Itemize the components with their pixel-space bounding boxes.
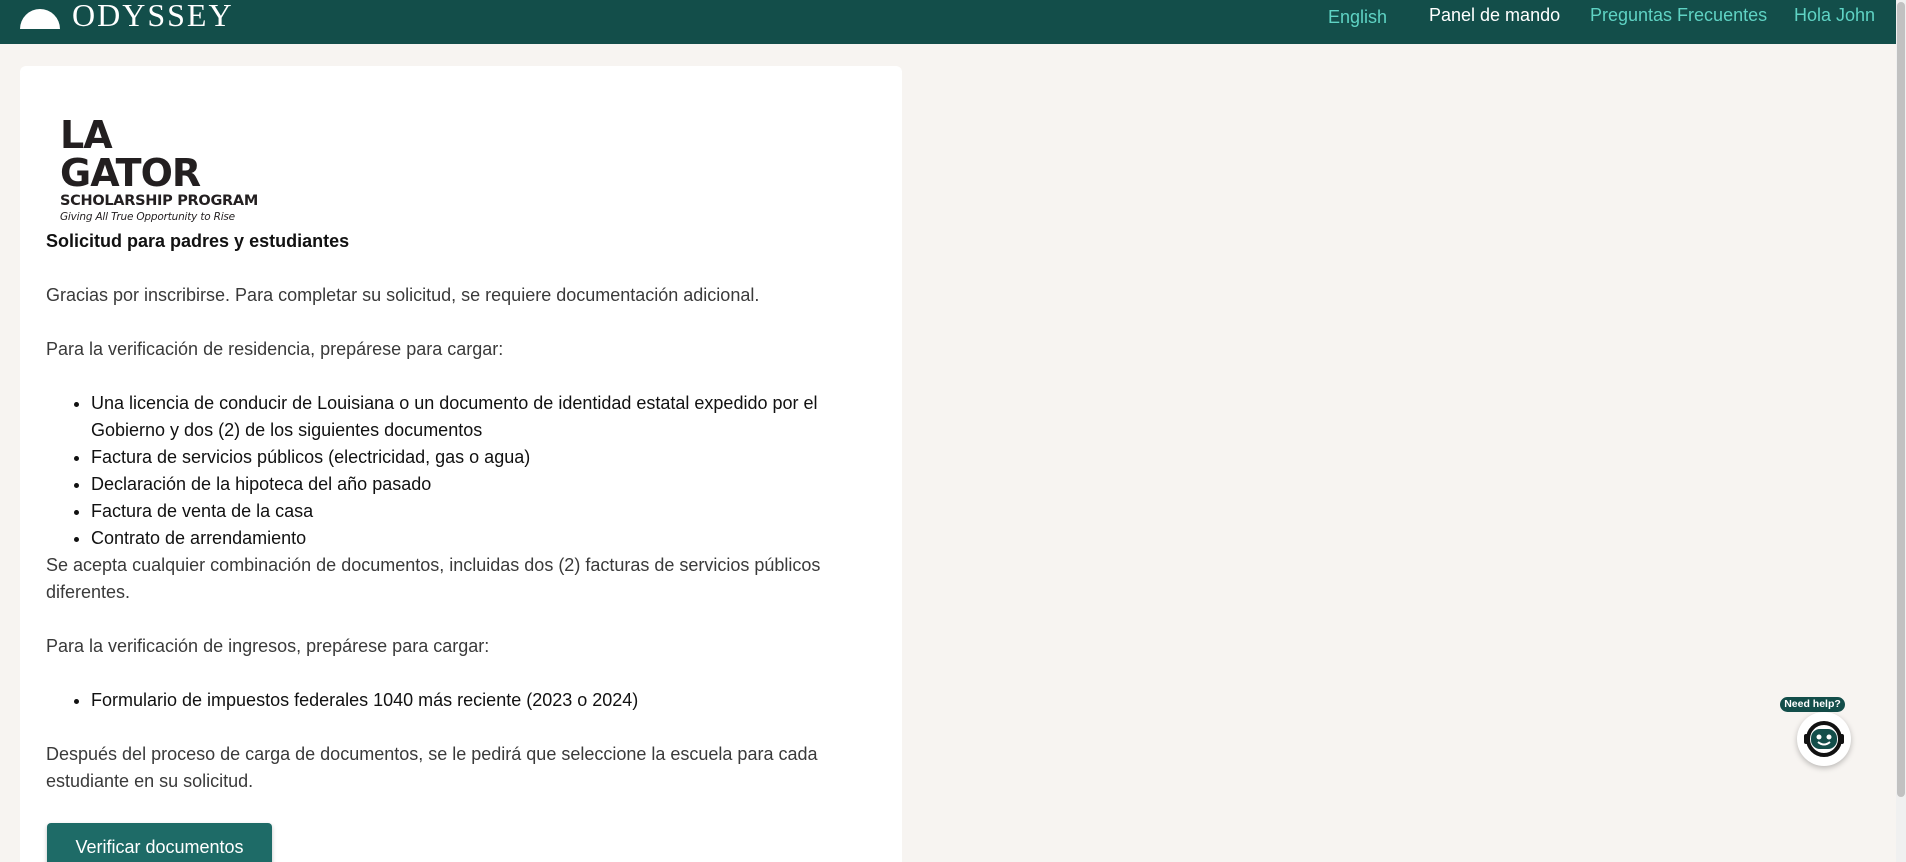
top-nav: ODYSSEY English Panel de mando Preguntas… <box>0 0 1906 44</box>
nav-dashboard-link[interactable]: Panel de mando <box>1429 4 1560 26</box>
nav-faq-link[interactable]: Preguntas Frecuentes <box>1590 4 1767 26</box>
intro-text: Gracias por inscribirse. Para completar … <box>46 285 760 305</box>
closing-text: Después del proceso de carga de document… <box>46 744 818 791</box>
application-content: Solicitud para padres y estudiantes Grac… <box>46 228 866 822</box>
logo-tagline: Giving All True Opportunity to Rise <box>60 211 235 223</box>
brand-logo[interactable]: ODYSSEY <box>20 0 234 33</box>
list-item: Factura de venta de la casa <box>91 498 866 525</box>
income-intro: Para la verificación de ingresos, prepár… <box>46 636 490 656</box>
program-logo: LA GATOR SCHOLARSHIP PROGRAM Giving All … <box>60 116 260 224</box>
scrollbar-thumb[interactable] <box>1897 2 1905 797</box>
chat-bot-icon[interactable] <box>1797 712 1851 766</box>
page-title: Solicitud para padres y estudiantes <box>46 231 350 251</box>
brand-dome-icon <box>20 9 60 29</box>
brand-name: ODYSSEY <box>72 0 234 33</box>
residency-doc-list: Una licencia de conducir de Louisiana o … <box>46 390 866 552</box>
list-item: Contrato de arrendamiento <box>91 525 866 552</box>
verify-documents-button[interactable]: Verificar documentos <box>47 823 272 862</box>
logo-main-text: LA GATOR <box>60 113 201 195</box>
residency-intro: Para la verificación de residencia, prep… <box>46 339 504 359</box>
application-card: LA GATOR SCHOLARSHIP PROGRAM Giving All … <box>20 66 902 862</box>
page-scrollbar[interactable] <box>1896 0 1906 862</box>
income-doc-list: Formulario de impuestos federales 1040 m… <box>46 687 866 714</box>
list-item: Factura de servicios públicos (electrici… <box>91 444 866 471</box>
user-menu-link[interactable]: Hola John <box>1794 4 1875 26</box>
need-help-badge[interactable]: Need help? <box>1780 697 1845 712</box>
language-toggle-link[interactable]: English <box>1328 6 1387 28</box>
list-item: Formulario de impuestos federales 1040 m… <box>91 687 866 714</box>
list-item: Una licencia de conducir de Louisiana o … <box>91 390 866 444</box>
residency-note: Se acepta cualquier combinación de docum… <box>46 555 821 602</box>
logo-sub-text: SCHOLARSHIP PROGRAM <box>60 193 258 209</box>
list-item: Declaración de la hipoteca del año pasad… <box>91 471 866 498</box>
chat-bot-icon-svg <box>1804 721 1844 757</box>
